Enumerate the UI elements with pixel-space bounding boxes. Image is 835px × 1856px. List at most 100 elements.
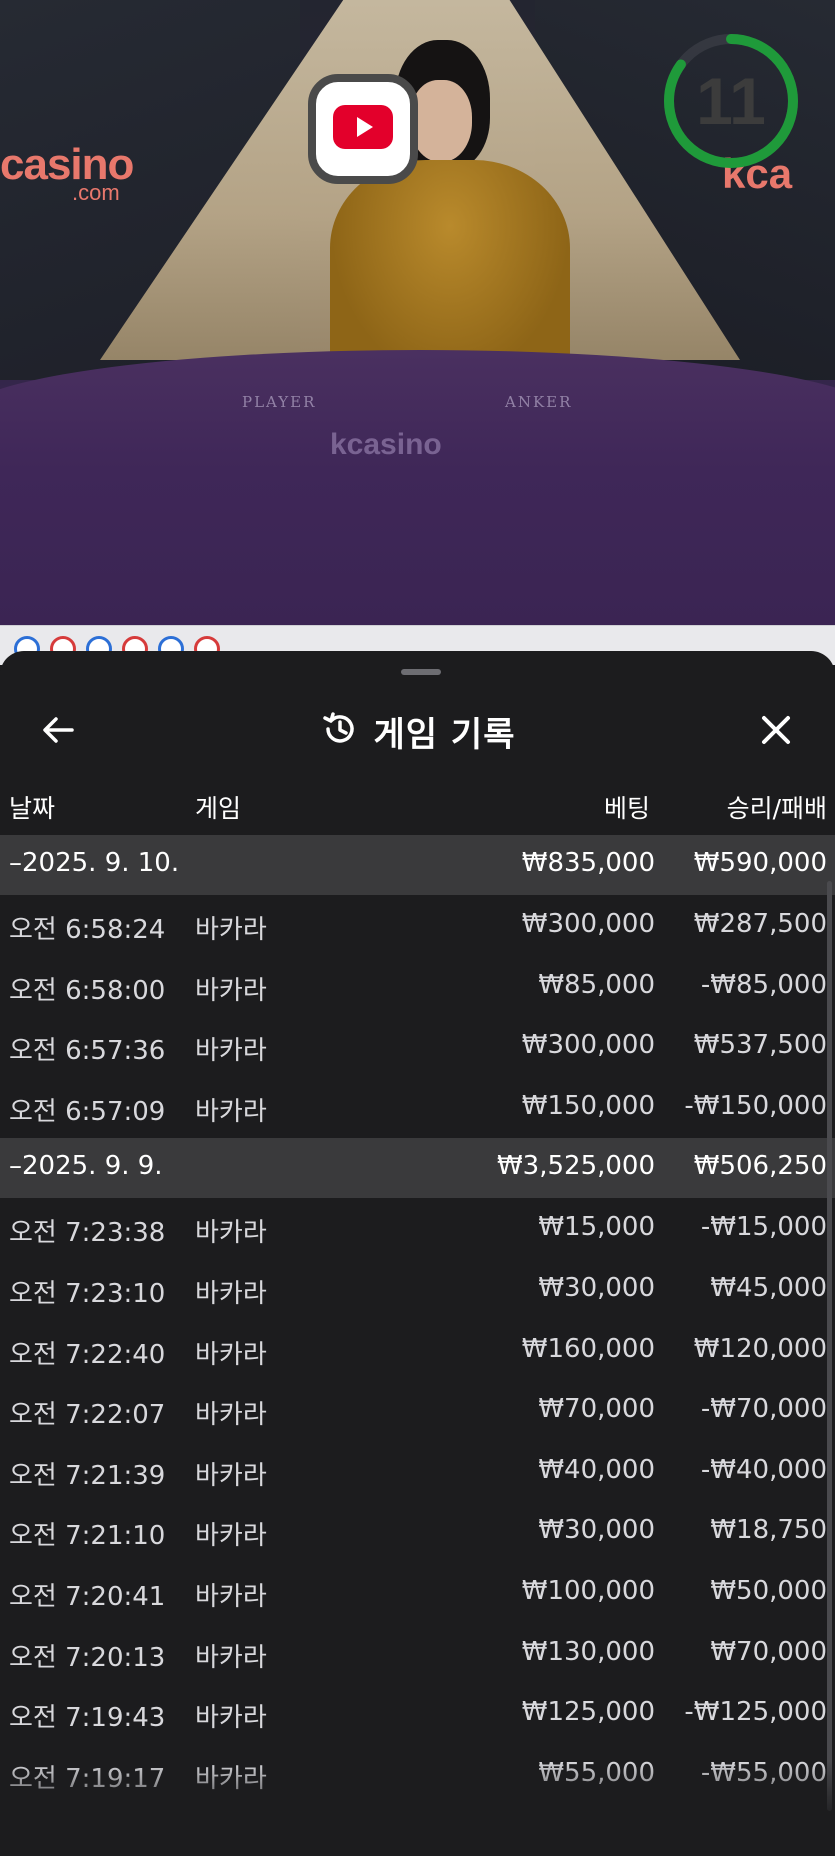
row-winloss: -₩70,000 (700, 1394, 827, 1425)
row-game: 바카라 (195, 1763, 267, 1794)
history-row[interactable]: 오전 7:21:39 바카라 ₩40,000 -₩40,000 (0, 1442, 835, 1503)
row-winloss: ₩537,500 (693, 1030, 827, 1061)
row-game: 바카라 (195, 1339, 267, 1370)
dealer (330, 160, 570, 380)
row-bet: ₩130,000 (521, 1636, 655, 1667)
history-row[interactable]: 오전 7:23:38 바카라 ₩15,000 -₩15,000 (0, 1199, 835, 1260)
history-row[interactable]: 오전 7:22:07 바카라 ₩70,000 -₩70,000 (0, 1381, 835, 1442)
sheet-header: 게임 기록 (0, 691, 835, 771)
row-game: 바카라 (195, 1400, 267, 1431)
group-date: –2025. 9. 10. (9, 848, 180, 878)
bet-countdown-timer: 11 (660, 30, 802, 172)
row-winloss: ₩287,500 (693, 909, 827, 939)
baccarat-table (0, 350, 835, 625)
row-winloss: -₩150,000 (684, 1090, 827, 1121)
dealer-face (410, 80, 472, 162)
history-scrollbar[interactable] (827, 881, 832, 1811)
history-list[interactable]: –2025. 9. 10. ₩835,000 ₩590,000 오전 6:58:… (0, 835, 835, 1805)
row-winloss: ₩45,000 (710, 1272, 827, 1303)
row-bet: ₩55,000 (538, 1757, 655, 1788)
row-time: 오전 6:57:36 (9, 1036, 166, 1067)
row-bet: ₩160,000 (521, 1333, 655, 1364)
date-group-row[interactable]: –2025. 9. 10. ₩835,000 ₩590,000 (0, 835, 835, 895)
wall-logo-left-domain: .com (72, 180, 120, 205)
row-game: 바카라 (195, 1581, 267, 1612)
history-row[interactable]: 오전 7:19:17 바카라 ₩55,000 -₩55,000 (0, 1745, 835, 1806)
table-label-banker: ANKER (505, 393, 573, 411)
row-time: 오전 7:20:13 (9, 1642, 166, 1673)
row-time: 오전 7:21:10 (9, 1521, 166, 1552)
date-group-row[interactable]: –2025. 9. 9. ₩3,525,000 ₩506,250 (0, 1138, 835, 1199)
sheet-title: 게임 기록 (373, 714, 516, 755)
history-column-headers: 날짜 게임 베팅 승리/패배 (0, 781, 835, 833)
history-row[interactable]: 오전 7:22:40 바카라 ₩160,000 ₩120,000 (0, 1321, 835, 1382)
row-time: 오전 7:19:43 (9, 1703, 166, 1734)
row-time: 오전 6:58:00 (9, 975, 166, 1006)
row-bet: ₩125,000 (521, 1697, 655, 1728)
row-winloss: ₩18,750 (710, 1515, 827, 1546)
history-row[interactable]: 오전 7:21:10 바카라 ₩30,000 ₩18,750 (0, 1502, 835, 1563)
history-row[interactable]: 오전 6:57:09 바카라 ₩150,000 -₩150,000 (0, 1078, 835, 1139)
row-winloss: ₩120,000 (693, 1333, 827, 1364)
row-time: 오전 7:22:07 (9, 1400, 166, 1431)
column-header-game: 게임 (195, 794, 242, 823)
row-time: 오전 6:58:24 (9, 915, 166, 945)
history-row[interactable]: 오전 6:57:36 바카라 ₩300,000 ₩537,500 (0, 1017, 835, 1078)
row-game: 바카라 (195, 1278, 267, 1309)
row-time: 오전 7:21:39 (9, 1460, 166, 1491)
row-game: 바카라 (195, 1642, 267, 1673)
row-bet: ₩85,000 (538, 969, 655, 1000)
row-game: 바카라 (195, 1036, 267, 1067)
timer-value: 11 (696, 64, 766, 138)
row-game: 바카라 (195, 975, 267, 1006)
row-bet: ₩30,000 (538, 1515, 655, 1546)
row-winloss: -₩125,000 (684, 1697, 827, 1728)
row-bet: ₩40,000 (538, 1454, 655, 1485)
youtube-button[interactable] (308, 74, 418, 184)
history-row[interactable]: 오전 6:58:24 바카라 ₩300,000 ₩287,500 (0, 896, 835, 957)
sheet-title-group: 게임 기록 (0, 691, 835, 771)
table-logo: kcasino (330, 428, 442, 461)
arrow-left-icon (40, 712, 76, 752)
row-winloss: -₩85,000 (700, 969, 827, 1000)
row-time: 오전 7:23:38 (9, 1218, 166, 1249)
history-icon (320, 709, 360, 753)
group-winloss-total: ₩590,000 (693, 848, 827, 878)
history-row[interactable]: 오전 7:19:43 바카라 ₩125,000 -₩125,000 (0, 1684, 835, 1745)
column-header-date: 날짜 (9, 794, 56, 823)
game-history-sheet: 게임 기록 날짜 게임 베팅 승리/패배 –2025. 9. 10. ₩835,… (0, 651, 835, 1856)
row-game: 바카라 (195, 1096, 267, 1127)
row-bet: ₩100,000 (521, 1575, 655, 1606)
row-winloss: -₩15,000 (700, 1212, 827, 1243)
row-time: 오전 7:20:41 (9, 1581, 166, 1612)
row-winloss: -₩40,000 (700, 1454, 827, 1485)
table-label-player: PLAYER (242, 393, 317, 411)
row-bet: ₩300,000 (521, 1030, 655, 1061)
row-bet: ₩70,000 (538, 1394, 655, 1425)
close-icon (758, 712, 794, 752)
youtube-icon (333, 105, 393, 153)
row-bet: ₩150,000 (521, 1090, 655, 1121)
close-button[interactable] (748, 707, 804, 757)
history-row[interactable]: 오전 7:23:10 바카라 ₩30,000 ₩45,000 (0, 1260, 835, 1321)
live-video-stream[interactable]: PLAYER ANKER kcasino casino .com kca 11 (0, 0, 835, 625)
group-winloss-total: ₩506,250 (693, 1151, 827, 1182)
row-time: 오전 7:23:10 (9, 1278, 166, 1309)
row-winloss: ₩70,000 (710, 1636, 827, 1667)
history-row[interactable]: 오전 7:20:13 바카라 ₩130,000 ₩70,000 (0, 1624, 835, 1685)
row-time: 오전 6:57:09 (9, 1096, 166, 1127)
row-bet: ₩30,000 (538, 1272, 655, 1303)
history-row[interactable]: 오전 6:58:00 바카라 ₩85,000 -₩85,000 (0, 957, 835, 1018)
sheet-drag-handle[interactable] (401, 669, 441, 675)
row-bet: ₩300,000 (521, 909, 655, 939)
row-game: 바카라 (195, 1521, 267, 1552)
row-winloss: ₩50,000 (710, 1575, 827, 1606)
row-time: 오전 7:22:40 (9, 1339, 166, 1370)
row-time: 오전 7:19:17 (9, 1763, 166, 1794)
group-bet-total: ₩835,000 (521, 848, 655, 878)
row-game: 바카라 (195, 1218, 267, 1249)
row-bet: ₩15,000 (538, 1212, 655, 1243)
back-button[interactable] (30, 707, 86, 757)
history-row[interactable]: 오전 7:20:41 바카라 ₩100,000 ₩50,000 (0, 1563, 835, 1624)
row-winloss: -₩55,000 (700, 1757, 827, 1788)
